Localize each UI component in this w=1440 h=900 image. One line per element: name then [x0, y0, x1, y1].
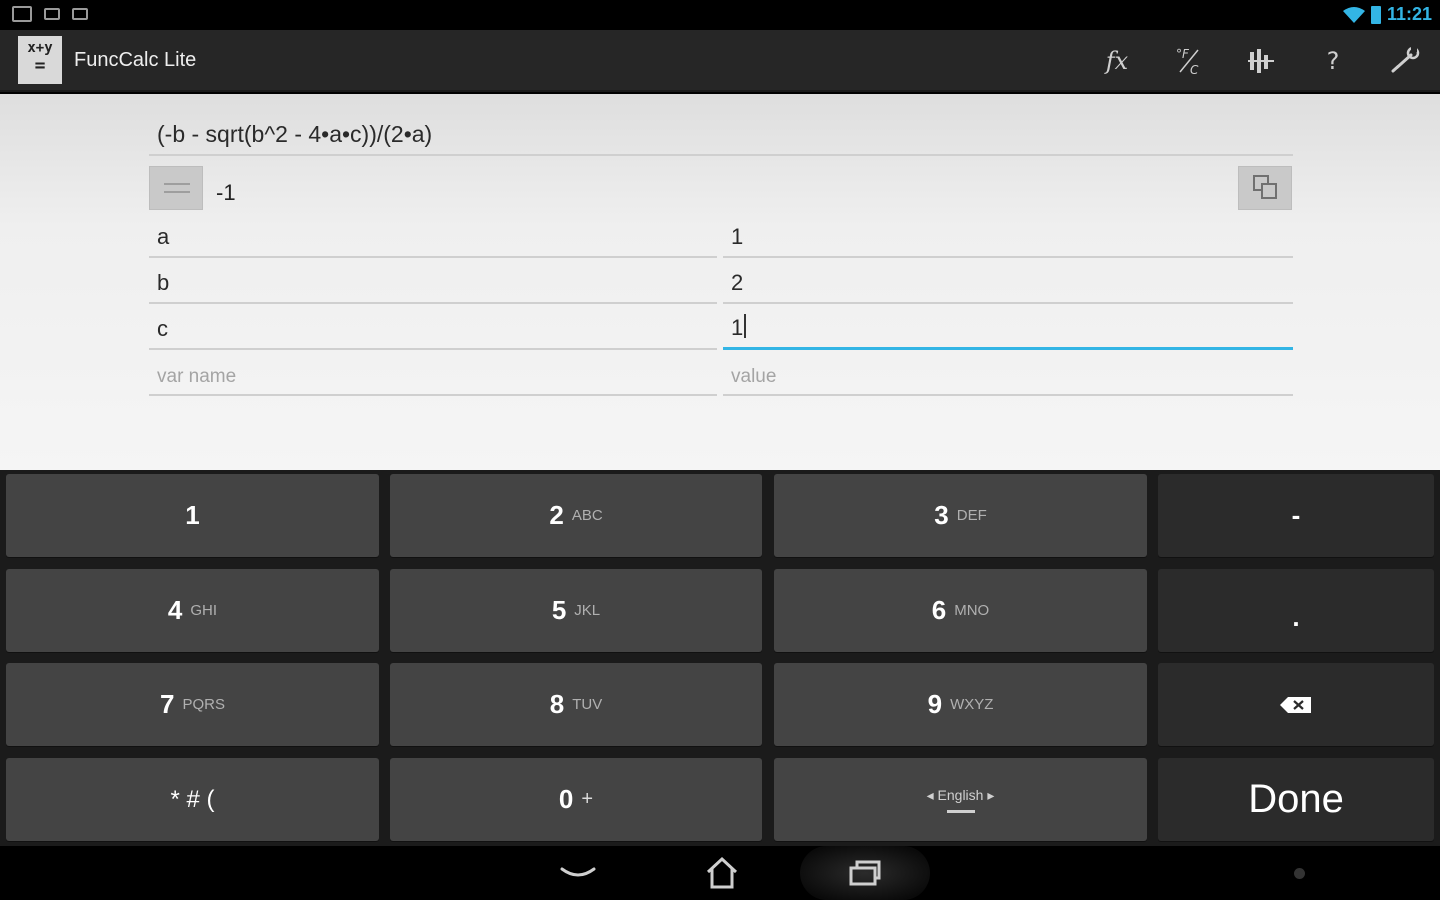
key-sublabel: TUV: [572, 696, 603, 713]
key-symbols[interactable]: * # (: [6, 758, 379, 841]
status-bar: 11:21: [0, 0, 1440, 30]
key-label: 7: [160, 689, 175, 719]
key-label: 6: [931, 595, 947, 625]
action-bar: x+y = FuncCalc Lite fx °F C ?: [0, 30, 1440, 92]
key-sublabel: PQRS: [182, 696, 225, 713]
calculator-panel: (-b - sqrt(b^2 - 4•a•c))/(2•a) -1 a 1 b …: [0, 94, 1440, 470]
text-caret: [744, 314, 747, 338]
app-logo-icon[interactable]: x+y =: [18, 36, 62, 84]
key-label: -: [1291, 500, 1301, 530]
key-label: 4: [167, 595, 183, 625]
key-3[interactable]: 3 DEF: [774, 474, 1147, 557]
var-name-text: b: [157, 270, 170, 295]
key-label: 5: [551, 595, 567, 625]
var-value-text: 1: [731, 224, 744, 249]
recent-apps-button[interactable]: [835, 850, 895, 896]
settings-wrench-icon: [1391, 46, 1420, 73]
home-icon: [706, 856, 738, 889]
var-name-field-c[interactable]: c: [149, 310, 717, 350]
var-name-field-b[interactable]: b: [149, 264, 717, 304]
key-label: 3: [934, 500, 949, 530]
temperature-convert-icon: °F C: [1176, 47, 1199, 76]
language-switch-key[interactable]: ◂ English ▸: [774, 758, 1147, 841]
key-backspace[interactable]: [1158, 663, 1434, 746]
result-value: -1: [216, 180, 236, 205]
wifi-icon: [1342, 6, 1365, 23]
spacebar-indicator: [946, 809, 975, 813]
placeholder-text: var name: [157, 366, 237, 387]
scientific-button[interactable]: [1240, 40, 1282, 82]
var-value-text: 2: [731, 270, 744, 295]
logo-bottom-text: =: [34, 55, 46, 76]
battery-icon: [1370, 5, 1381, 24]
help-button[interactable]: ?: [1312, 40, 1354, 82]
language-label: ◂ English ▸: [926, 786, 995, 803]
key-decimal[interactable]: .: [1158, 569, 1434, 652]
var-name-text: a: [157, 224, 170, 249]
recent-apps-icon: [849, 860, 881, 886]
key-sublabel: JKL: [574, 602, 601, 619]
svg-text:C: C: [1190, 63, 1199, 76]
key-sublabel: GHI: [190, 602, 218, 619]
hide-keyboard-icon: [560, 867, 596, 877]
key-sublabel: MNO: [954, 602, 990, 619]
menu-dot-icon[interactable]: [1294, 868, 1305, 879]
key-7[interactable]: 7 PQRS: [6, 663, 379, 746]
key-sublabel: DEF: [956, 507, 987, 524]
var-name-text: c: [157, 316, 168, 341]
key-1[interactable]: 1: [6, 474, 379, 557]
var-name-field-a[interactable]: a: [149, 218, 717, 258]
back-button[interactable]: [548, 850, 608, 896]
new-var-value-input[interactable]: value: [723, 356, 1293, 396]
key-label: .: [1292, 602, 1300, 632]
temperature-convert-button[interactable]: °F C: [1168, 40, 1210, 82]
key-label: 9: [927, 689, 943, 719]
logo-top-text: x+y: [27, 40, 53, 56]
language-name: English: [937, 786, 984, 803]
key-label: Done: [1248, 777, 1344, 821]
expression-input[interactable]: (-b - sqrt(b^2 - 4•a•c))/(2•a): [149, 116, 1293, 156]
evaluate-button[interactable]: [149, 166, 203, 210]
expression-text: (-b - sqrt(b^2 - 4•a•c))/(2•a): [157, 121, 433, 147]
numeric-keyboard: 1 2 ABC 3 DEF - 4 GHI 5 JKL 6 MNO . 7 PQRS 8 TU…: [0, 470, 1440, 846]
screenshot-icon: [12, 6, 32, 22]
var-value-text: 1: [731, 315, 744, 340]
key-8[interactable]: 8 TUV: [390, 663, 762, 746]
key-6[interactable]: 6 MNO: [774, 569, 1147, 652]
help-icon: ?: [1326, 47, 1340, 75]
key-label: 8: [549, 689, 565, 719]
new-var-name-input[interactable]: var name: [149, 356, 717, 396]
svg-text:°F: °F: [1176, 47, 1190, 61]
function-icon: fx: [1105, 47, 1129, 75]
done-key[interactable]: Done: [1158, 758, 1434, 841]
scientific-icon: [1248, 49, 1274, 73]
key-label: * # (: [170, 785, 215, 813]
key-sublabel: WXYZ: [950, 696, 994, 713]
var-value-field-c[interactable]: 1: [723, 310, 1293, 350]
key-minus[interactable]: -: [1158, 474, 1434, 557]
clock: 11:21: [1386, 4, 1432, 24]
key-0[interactable]: 0 +: [390, 758, 762, 841]
chat-icon: [44, 8, 60, 20]
copy-result-button[interactable]: [1238, 166, 1292, 210]
key-label: 0: [558, 784, 574, 814]
placeholder-text: value: [731, 366, 777, 387]
var-value-field-a[interactable]: 1: [723, 218, 1293, 258]
settings-button[interactable]: [1384, 40, 1426, 82]
app-title: FuncCalc Lite: [74, 49, 197, 71]
key-9[interactable]: 9 WXYZ: [774, 663, 1147, 746]
key-5[interactable]: 5 JKL: [390, 569, 762, 652]
navigation-bar: [0, 846, 1440, 900]
function-button[interactable]: fx: [1096, 40, 1138, 82]
key-label: 2: [549, 500, 564, 530]
key-4[interactable]: 4 GHI: [6, 569, 379, 652]
key-label: 1: [185, 500, 200, 530]
key-sublabel: ABC: [571, 507, 603, 524]
key-2[interactable]: 2 ABC: [390, 474, 762, 557]
home-button[interactable]: [692, 850, 752, 896]
var-value-field-b[interactable]: 2: [723, 264, 1293, 304]
android-icon: [72, 8, 88, 20]
key-sublabel: +: [581, 788, 594, 810]
backspace-icon: [1280, 696, 1311, 713]
